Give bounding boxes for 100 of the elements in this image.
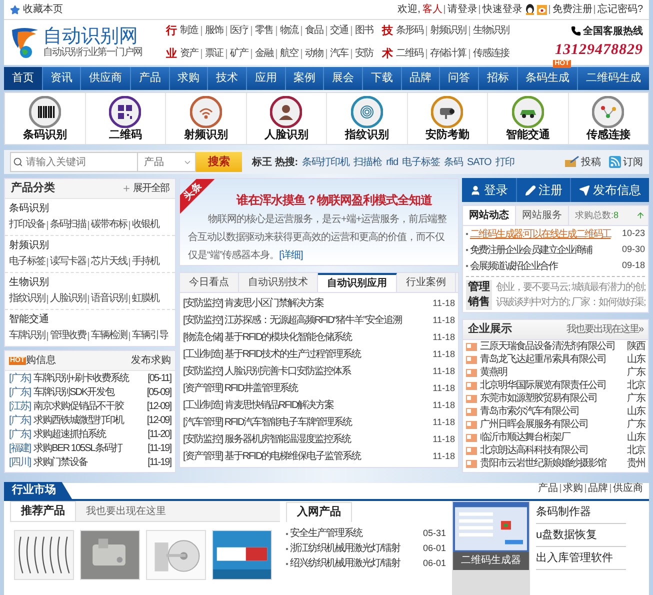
company-link[interactable]: 三原天瑞食品设备清洗剂有限公司 (480, 339, 615, 354)
nav-item[interactable]: 下载 (362, 67, 401, 90)
category-link[interactable]: 收银机 (132, 217, 159, 233)
nav-item[interactable]: 供应商 (80, 67, 130, 90)
category-link[interactable]: 射频识别 (426, 26, 469, 36)
category-link[interactable]: 车辆检测 (91, 328, 127, 344)
tab[interactable]: 行业案例 (397, 273, 456, 292)
site-news-link[interactable]: 会展频道诚招企业合作 (470, 258, 558, 274)
category-link[interactable]: 医疗 (226, 26, 251, 36)
nav-item[interactable]: 资讯 (42, 67, 80, 90)
company-link[interactable]: 临沂市顺达舞台桁架厂 (480, 430, 570, 445)
market-link[interactable]: 求购 (563, 481, 583, 496)
news-link[interactable]: [物流仓储] 基于RFID的模块化智能仓储系统 (183, 330, 352, 345)
feature-link[interactable]: 智能交通 (506, 128, 550, 142)
hot-search-link[interactable]: rfid (386, 154, 398, 170)
category-select[interactable]: 产品 (138, 152, 196, 172)
market-link[interactable]: 品牌 (588, 481, 608, 496)
category-link[interactable]: 管理收费 (50, 328, 86, 344)
category-link[interactable]: 条形码 (396, 26, 426, 36)
category-link[interactable]: 服饰 (201, 26, 226, 36)
hot-search-link[interactable]: 条码 (444, 154, 464, 170)
tab[interactable]: 自动识别应用 (318, 273, 397, 292)
company-link[interactable]: 东莞市如源塑胶贸易有限公司 (480, 391, 597, 406)
product-link[interactable]: 安全生产管理系统 (290, 526, 362, 541)
category-link[interactable]: 食品 (301, 26, 326, 36)
purchase-link[interactable]: 南京求购促销品不干胶 (34, 398, 124, 414)
hot-search-link[interactable]: 电子标签 (402, 154, 440, 170)
news-link[interactable]: [安防监控] 江苏探感：无源超高频RFID“猪牛羊”安全追溯 (183, 313, 402, 328)
category-link[interactable]: 打印设备 (9, 217, 45, 233)
pen-paper-icon[interactable] (565, 156, 579, 168)
nav-item[interactable]: 产品 (130, 67, 169, 90)
expand-link[interactable]: 展开全部 (133, 181, 169, 196)
purchase-link[interactable]: 求购BER 105SL条码打 (34, 440, 122, 456)
nav-item[interactable]: 案例 (284, 67, 324, 90)
news-link[interactable]: [工业制造] 基于RFID技术的生产过程管理系统 (183, 347, 361, 362)
feature-link[interactable]: 二维码 (108, 128, 142, 142)
nav-item[interactable]: 求购 (168, 67, 208, 90)
eye-icon[interactable] (537, 4, 548, 14)
purchase-link[interactable]: 求购门禁设备 (34, 454, 88, 470)
hot-search-link[interactable]: SATO (467, 154, 492, 170)
feature-link[interactable]: 传感连接 (586, 128, 630, 142)
category-link[interactable]: 航空 (276, 49, 301, 60)
company-link[interactable]: 北京朗达高科科技有限公司 (480, 443, 588, 458)
product-link[interactable]: 浙江纺织机械用激光灯/镭射 (290, 541, 400, 556)
category-link[interactable]: 生物识别 (469, 26, 512, 36)
nav-item[interactable]: 展会 (323, 67, 362, 90)
category-link[interactable]: 票证 (201, 49, 226, 60)
news-link[interactable]: [资产管理] 基于RFID的电梯维保电子监管系统 (183, 449, 361, 464)
tab[interactable]: 今日看点 (180, 273, 239, 292)
category-link[interactable]: 指纹识别 (9, 291, 45, 307)
purchase-link[interactable]: 车牌识别SDK开发包 (34, 384, 114, 400)
hot-search-link[interactable]: 扫描枪 (354, 154, 382, 170)
account-button[interactable]: 注册 (516, 178, 570, 202)
purchase-link[interactable]: 求购西铁城微型打印机 (34, 412, 124, 428)
category-link[interactable]: 条码扫描 (50, 217, 86, 233)
category-link[interactable]: 资产 (180, 49, 201, 60)
category-link[interactable]: 人脸识别 (50, 291, 86, 307)
news-link[interactable]: [汽车管理] RFID汽车智能电子车牌管理系统 (183, 415, 352, 430)
site-news-link[interactable]: 免费注册企业会员建立企业商铺 (470, 242, 592, 258)
rss-icon[interactable] (609, 156, 621, 168)
company-link[interactable]: 青岛市索尔汽车有限公司 (480, 404, 579, 419)
tab[interactable]: 网站服务 (516, 206, 569, 225)
category-link[interactable]: 图书 (351, 26, 376, 36)
details-link[interactable]: [详细] (279, 250, 303, 261)
tip-link[interactable]: 识破谈判中对方的; 厂家：如何做好渠; (496, 295, 646, 310)
search-field[interactable]: 请输入关键词 (10, 152, 138, 172)
category-link[interactable]: 碳带布标 (91, 217, 127, 233)
top-link[interactable]: 请登录 (447, 2, 478, 17)
category-link[interactable]: 零售 (251, 26, 276, 36)
company-link[interactable]: 贵阳市云岩世纪新娘婚纱摄影馆 (480, 456, 606, 471)
account-button[interactable]: 发布信息 (570, 178, 650, 202)
product-link[interactable]: 绍兴纺织机械用激光灯/镭射 (290, 556, 400, 571)
site-news-link[interactable]: 二维码生成器:可以在线生成二维码工 (470, 226, 611, 242)
nav-item[interactable]: 招标 (478, 67, 517, 90)
more-link[interactable]: 我也要出现在这里» (566, 322, 643, 337)
nav-item[interactable]: 技术 (207, 67, 246, 90)
feature-link[interactable]: 条码识别 (22, 128, 67, 142)
market-link[interactable]: 供应商 (613, 481, 643, 496)
category-link[interactable]: 芯片天线 (91, 254, 127, 270)
company-link[interactable]: 黄燕明 (480, 365, 507, 380)
category-link[interactable]: 汽车 (326, 49, 351, 60)
feature-link[interactable]: 人脸识别 (264, 128, 308, 142)
company-link[interactable]: 北京明华国际展览有限责任公司 (480, 378, 606, 393)
account-button[interactable]: 登录 (462, 178, 516, 202)
category-link[interactable]: 虹膜机 (132, 291, 159, 307)
hot-search-link[interactable]: 打印 (495, 154, 514, 170)
tip-link[interactable]: 创业，要不要马云; 城镇最有潜力的创; (496, 280, 646, 295)
category-link[interactable]: 读写卡器 (50, 254, 86, 270)
category-link[interactable]: 矿产 (226, 49, 251, 60)
bookmark-link[interactable]: 收藏本页 (23, 2, 63, 17)
news-link[interactable]: [安防监控] 服务器机房智能温湿度监控系统 (183, 432, 350, 447)
company-link[interactable]: 广州日晖会展服务有限公司 (480, 417, 588, 432)
nav-item[interactable]: 首页 (4, 67, 42, 90)
hot-search-link[interactable]: 条码打印机 (302, 154, 350, 170)
category-link[interactable]: 手持机 (132, 254, 159, 270)
category-link[interactable]: 二维码 (396, 49, 426, 60)
category-link[interactable]: 传感连接 (469, 49, 512, 60)
category-link[interactable]: 车牌识别 (9, 328, 45, 344)
category-link[interactable]: 动物 (301, 49, 326, 60)
category-link[interactable]: 物流 (276, 26, 301, 36)
